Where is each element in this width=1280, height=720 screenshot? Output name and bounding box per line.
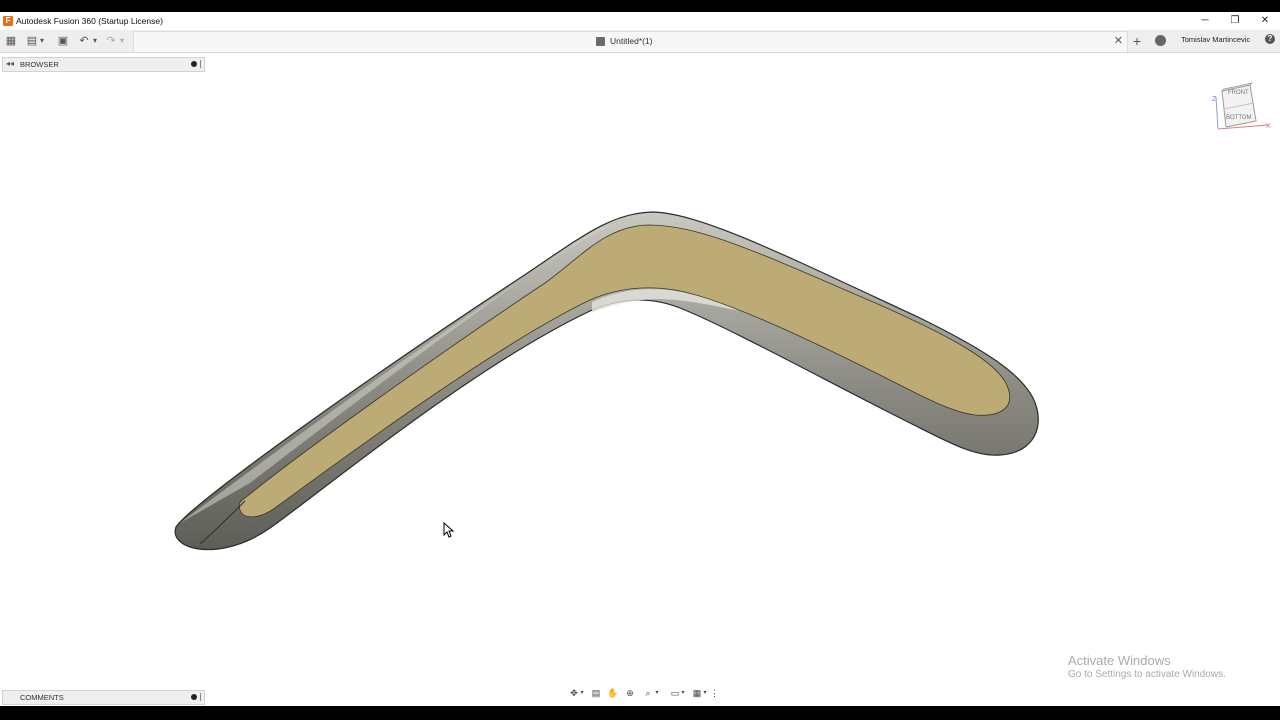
fit-dropdown-icon[interactable]: ▾ <box>654 688 660 699</box>
fusion-logo-icon: F <box>3 16 13 26</box>
window-title: Autodesk Fusion 360 (Startup License) <box>16 16 163 26</box>
mouse-cursor-icon <box>443 522 455 538</box>
activate-windows-title: Activate Windows <box>1068 653 1171 668</box>
undo-dropdown-icon[interactable]: ▾ <box>91 33 99 49</box>
file-dropdown-icon[interactable]: ▾ <box>38 33 46 49</box>
apps-grid-icon[interactable]: ▦ <box>4 33 18 49</box>
navigation-bar: ✥ ▾ ▤ ✋ ⊕ ⌕ ▾ ▭ ▾ ▦ ▾ ⋮ <box>566 687 719 701</box>
minimize-button[interactable]: ─ <box>1190 12 1220 30</box>
new-tab-icon[interactable]: + <box>1130 33 1144 49</box>
comments-panel[interactable]: COMMENTS <box>2 690 205 705</box>
user-name[interactable]: Tomislav Martincevic <box>1181 35 1250 44</box>
canvas-viewport[interactable]: FRONT BOTTOM Z X Activate Windows Go to … <box>0 53 1280 706</box>
activate-windows-subtitle: Go to Settings to activate Windows. <box>1068 669 1226 680</box>
close-window-button[interactable]: ✕ <box>1250 12 1280 30</box>
add-comment-icon[interactable] <box>191 694 197 700</box>
look-at-icon[interactable]: ▤ <box>590 688 602 699</box>
document-tab[interactable]: Untitled*(1) ✕ <box>133 31 1128 52</box>
restore-button[interactable]: ❐ <box>1220 12 1250 30</box>
save-icon[interactable]: ▣ <box>56 33 70 49</box>
file-icon[interactable]: ▤ <box>26 33 38 49</box>
quick-access-toolbar: ▦ ▤ ▾ ▣ ↶ ▾ ↷ ▾ Untitled*(1) ✕ + Tomisla… <box>0 30 1280 53</box>
comments-label: COMMENTS <box>20 693 64 702</box>
fit-icon[interactable]: ⌕ <box>642 688 654 699</box>
viewports-icon[interactable]: ⋮ <box>710 688 719 699</box>
undo-icon[interactable]: ↶ <box>78 33 90 49</box>
zoom-icon[interactable]: ⊕ <box>624 688 636 699</box>
pan-icon[interactable]: ✋ <box>607 688 619 699</box>
view-cube[interactable]: FRONT BOTTOM Z X <box>1210 79 1276 135</box>
viewcube-front-label[interactable]: FRONT <box>1228 90 1249 96</box>
display-dropdown-icon[interactable]: ▾ <box>680 688 686 699</box>
title-bar: F Autodesk Fusion 360 (Startup License) … <box>0 12 1280 30</box>
close-tab-icon[interactable]: ✕ <box>1114 34 1123 47</box>
redo-icon[interactable]: ↷ <box>105 33 117 49</box>
axis-z-label: Z <box>1212 96 1217 103</box>
document-title: Untitled*(1) <box>610 36 653 46</box>
help-icon[interactable]: ? <box>1265 34 1275 44</box>
model-canvas[interactable] <box>0 53 1280 706</box>
application-window: F Autodesk Fusion 360 (Startup License) … <box>0 12 1280 706</box>
boomerang-top-face[interactable] <box>238 224 1011 518</box>
axis-x-label: X <box>1266 123 1271 130</box>
grid-dropdown-icon[interactable]: ▾ <box>702 688 708 699</box>
redo-dropdown-icon[interactable]: ▾ <box>118 33 126 49</box>
viewcube-bottom-label[interactable]: BOTTOM <box>1226 115 1252 121</box>
orbit-dropdown-icon[interactable]: ▾ <box>579 688 585 699</box>
job-status-icon[interactable] <box>1155 35 1166 46</box>
comments-grip-icon[interactable] <box>200 693 203 701</box>
document-icon <box>596 37 605 46</box>
